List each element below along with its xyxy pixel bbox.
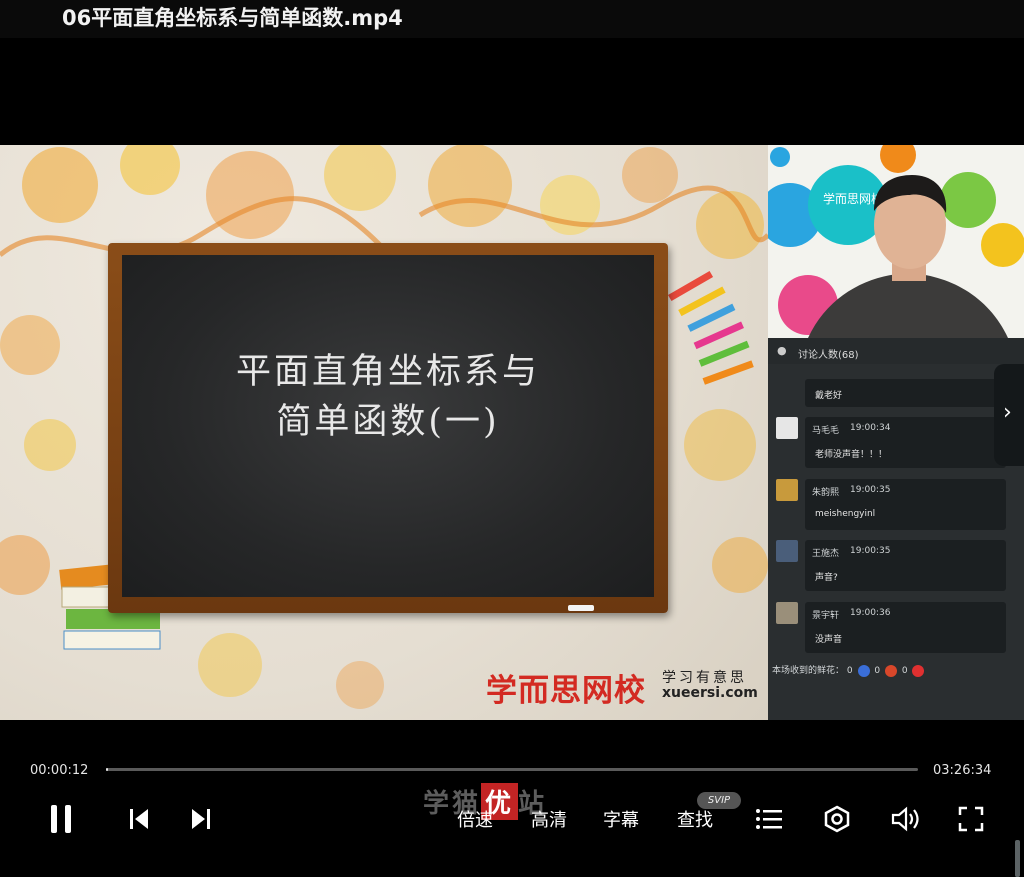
subtitle-button[interactable]: 字幕	[596, 800, 646, 838]
pause-button[interactable]	[44, 800, 78, 838]
quality-button[interactable]: 高清	[524, 800, 574, 838]
chat-text: 没声音	[815, 635, 843, 645]
panel-toggle-button[interactable]: ›	[994, 364, 1024, 466]
chat-time: 19:00:36	[850, 608, 891, 618]
pencils	[668, 271, 754, 385]
avatar	[776, 417, 798, 439]
speed-button[interactable]: 倍速	[450, 800, 500, 838]
current-time: 00:00:12	[30, 763, 89, 778]
chat-time: 19:00:35	[850, 485, 891, 495]
fullscreen-button[interactable]	[956, 800, 986, 838]
chat-username: 王施杰	[812, 549, 840, 559]
slide-heading: 平面直角坐标系与 简单函数(一)	[122, 347, 654, 447]
chat-bubble-icon: ●	[777, 344, 787, 357]
chat-header: ● 讨论人数(68)	[768, 338, 1024, 364]
flower-count: 0	[874, 666, 881, 676]
flowers-label: 本场收到的鲜花：	[772, 666, 845, 676]
volume-button[interactable]	[889, 800, 923, 838]
svip-badge: SVIP	[697, 792, 741, 809]
avatar	[776, 602, 798, 624]
flower-count: 0	[846, 666, 853, 676]
chalk	[568, 605, 594, 611]
chat-text: 声音?	[815, 573, 838, 583]
playlist-button[interactable]	[753, 800, 785, 838]
video-area[interactable]: 平面直角坐标系与 简单函数(一) 学而思网校 学习有意思 xueersi.com…	[0, 145, 1024, 877]
chat-text: 老师没声音！！！	[815, 450, 888, 460]
flower-counter: 本场收到的鲜花： 0 0 0	[772, 663, 926, 677]
skip-previous-icon	[130, 809, 148, 829]
chat-username: 朱韵熙	[812, 488, 840, 498]
rose-icon[interactable]	[912, 664, 925, 677]
skip-next-icon	[192, 809, 210, 829]
blue-flower-icon[interactable]	[857, 664, 870, 677]
chat-username: 景宇轩	[812, 611, 840, 621]
brand-name: 学而思网校	[486, 673, 646, 709]
settings-button[interactable]	[821, 800, 853, 838]
chat-messages[interactable]: 戴老好 老师没声音！！！ 马毛毛 19:00:34 meishengyinl 朱…	[768, 367, 1024, 877]
avatar	[776, 540, 798, 562]
red-flower-icon[interactable]	[884, 664, 897, 677]
teacher-camera: 学而思网校	[768, 145, 1024, 338]
slide-heading-line1: 平面直角坐标系与	[235, 352, 540, 392]
window-title: 06平面直角坐标系与简单函数.mp4	[62, 6, 403, 30]
fullscreen-icon	[958, 806, 984, 832]
progress-bar[interactable]	[106, 768, 918, 771]
total-time: 03:26:34	[933, 763, 992, 778]
progress-fill	[106, 768, 108, 771]
avatar	[776, 479, 798, 501]
chalkboard: 平面直角坐标系与 简单函数(一)	[108, 243, 668, 613]
chat-count: 讨论人数(68)	[798, 350, 859, 361]
previous-button[interactable]	[124, 800, 154, 838]
brand-logo: 学而思网校 学习有意思 xueersi.com	[486, 665, 758, 709]
chat-scrollbar[interactable]	[1015, 840, 1020, 877]
chevron-right-icon: ›	[1003, 400, 1012, 425]
pause-icon	[51, 805, 71, 833]
brand-slogan: 学习有意思	[662, 670, 747, 686]
volume-icon	[891, 806, 919, 832]
camera-banner: 学而思网校	[823, 191, 883, 206]
chat-username: 马毛毛	[812, 426, 840, 436]
brand-url: xueersi.com	[662, 685, 758, 701]
slide-heading-line2: 简单函数(一)	[276, 402, 500, 442]
chat-time: 19:00:34	[850, 423, 891, 433]
live-side-panel: 学而思网校 ● 讨论人数(68) 戴老好 老师没声音！！！ 马毛毛 19:00:…	[768, 145, 1024, 877]
chat-bubble: 戴老好	[805, 379, 1006, 407]
settings-icon	[824, 805, 850, 833]
lecture-slide: 平面直角坐标系与 简单函数(一) 学而思网校 学习有意思 xueersi.com	[0, 145, 768, 720]
playlist-icon	[756, 809, 782, 829]
title-bar: 06平面直角坐标系与简单函数.mp4	[0, 0, 1024, 38]
chat-text: 戴老好	[815, 391, 843, 401]
chat-text: meishengyinl	[815, 509, 876, 519]
next-button[interactable]	[186, 800, 216, 838]
teacher-video-frame: 学而思网校	[768, 145, 1024, 338]
chat-time: 19:00:35	[850, 546, 891, 556]
flower-count: 0	[901, 666, 908, 676]
